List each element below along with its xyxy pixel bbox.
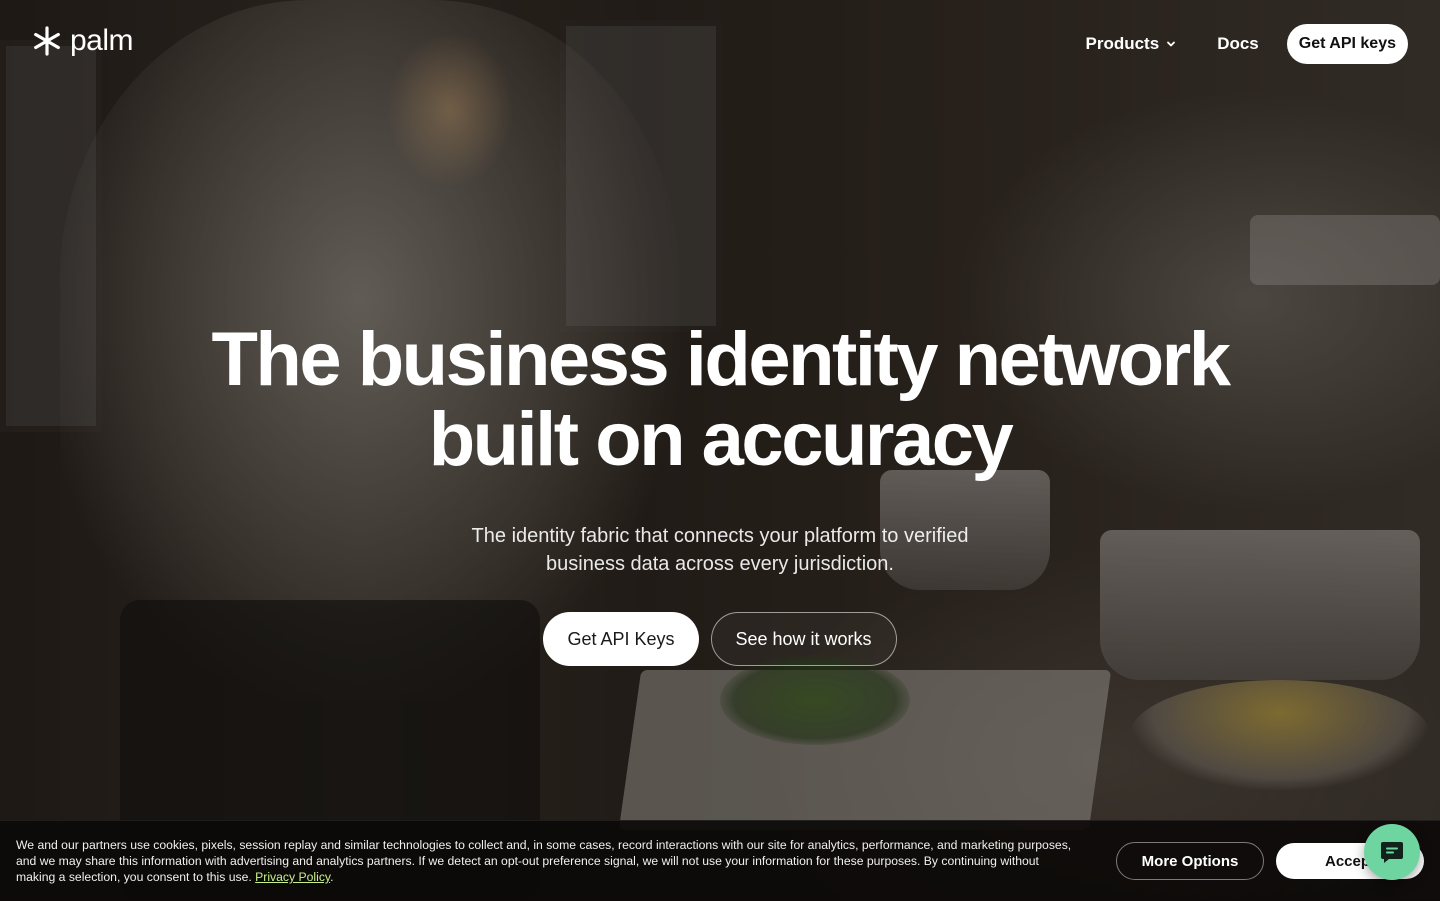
hero-subtitle: The identity fabric that connects your p… xyxy=(471,525,969,575)
cookie-banner-text: We and our partners use cookies, pixels,… xyxy=(16,837,1076,885)
logo-link[interactable]: palm xyxy=(32,24,134,57)
chat-launcher-button[interactable] xyxy=(1364,824,1420,880)
cookie-message-end: . xyxy=(330,870,334,884)
logo-wordmark: palm xyxy=(70,24,134,57)
hero-title: The business identity network built on a… xyxy=(0,320,1440,480)
nav-docs-link[interactable]: Docs xyxy=(1217,34,1259,54)
get-api-keys-button[interactable]: Get API Keys xyxy=(543,612,699,666)
hero-title-line-1: The business identity network xyxy=(211,317,1231,402)
privacy-policy-link[interactable]: Privacy Policy xyxy=(255,870,330,884)
main-nav: Products Docs Get API keys xyxy=(1086,24,1408,64)
hero-section: The business identity network built on a… xyxy=(0,320,1440,666)
hero-title-line-2: built on accuracy xyxy=(428,397,1014,482)
asterisk-logo-icon xyxy=(34,26,60,56)
site-header: palm Products Docs Get API keys xyxy=(0,0,1440,88)
cookie-message: We and our partners use cookies, pixels,… xyxy=(16,838,1072,884)
hero-cta-group: Get API Keys See how it works xyxy=(0,612,1440,666)
nav-products-label: Products xyxy=(1085,34,1160,53)
chat-bubble-icon xyxy=(1381,842,1403,863)
chevron-down-icon xyxy=(1167,41,1176,47)
see-how-it-works-button[interactable]: See how it works xyxy=(710,612,897,666)
nav-products-dropdown[interactable]: Products xyxy=(1086,34,1178,54)
more-options-button[interactable]: More Options xyxy=(1116,842,1264,880)
cookie-banner: We and our partners use cookies, pixels,… xyxy=(0,820,1440,901)
get-api-keys-header-button[interactable]: Get API keys xyxy=(1286,24,1408,64)
